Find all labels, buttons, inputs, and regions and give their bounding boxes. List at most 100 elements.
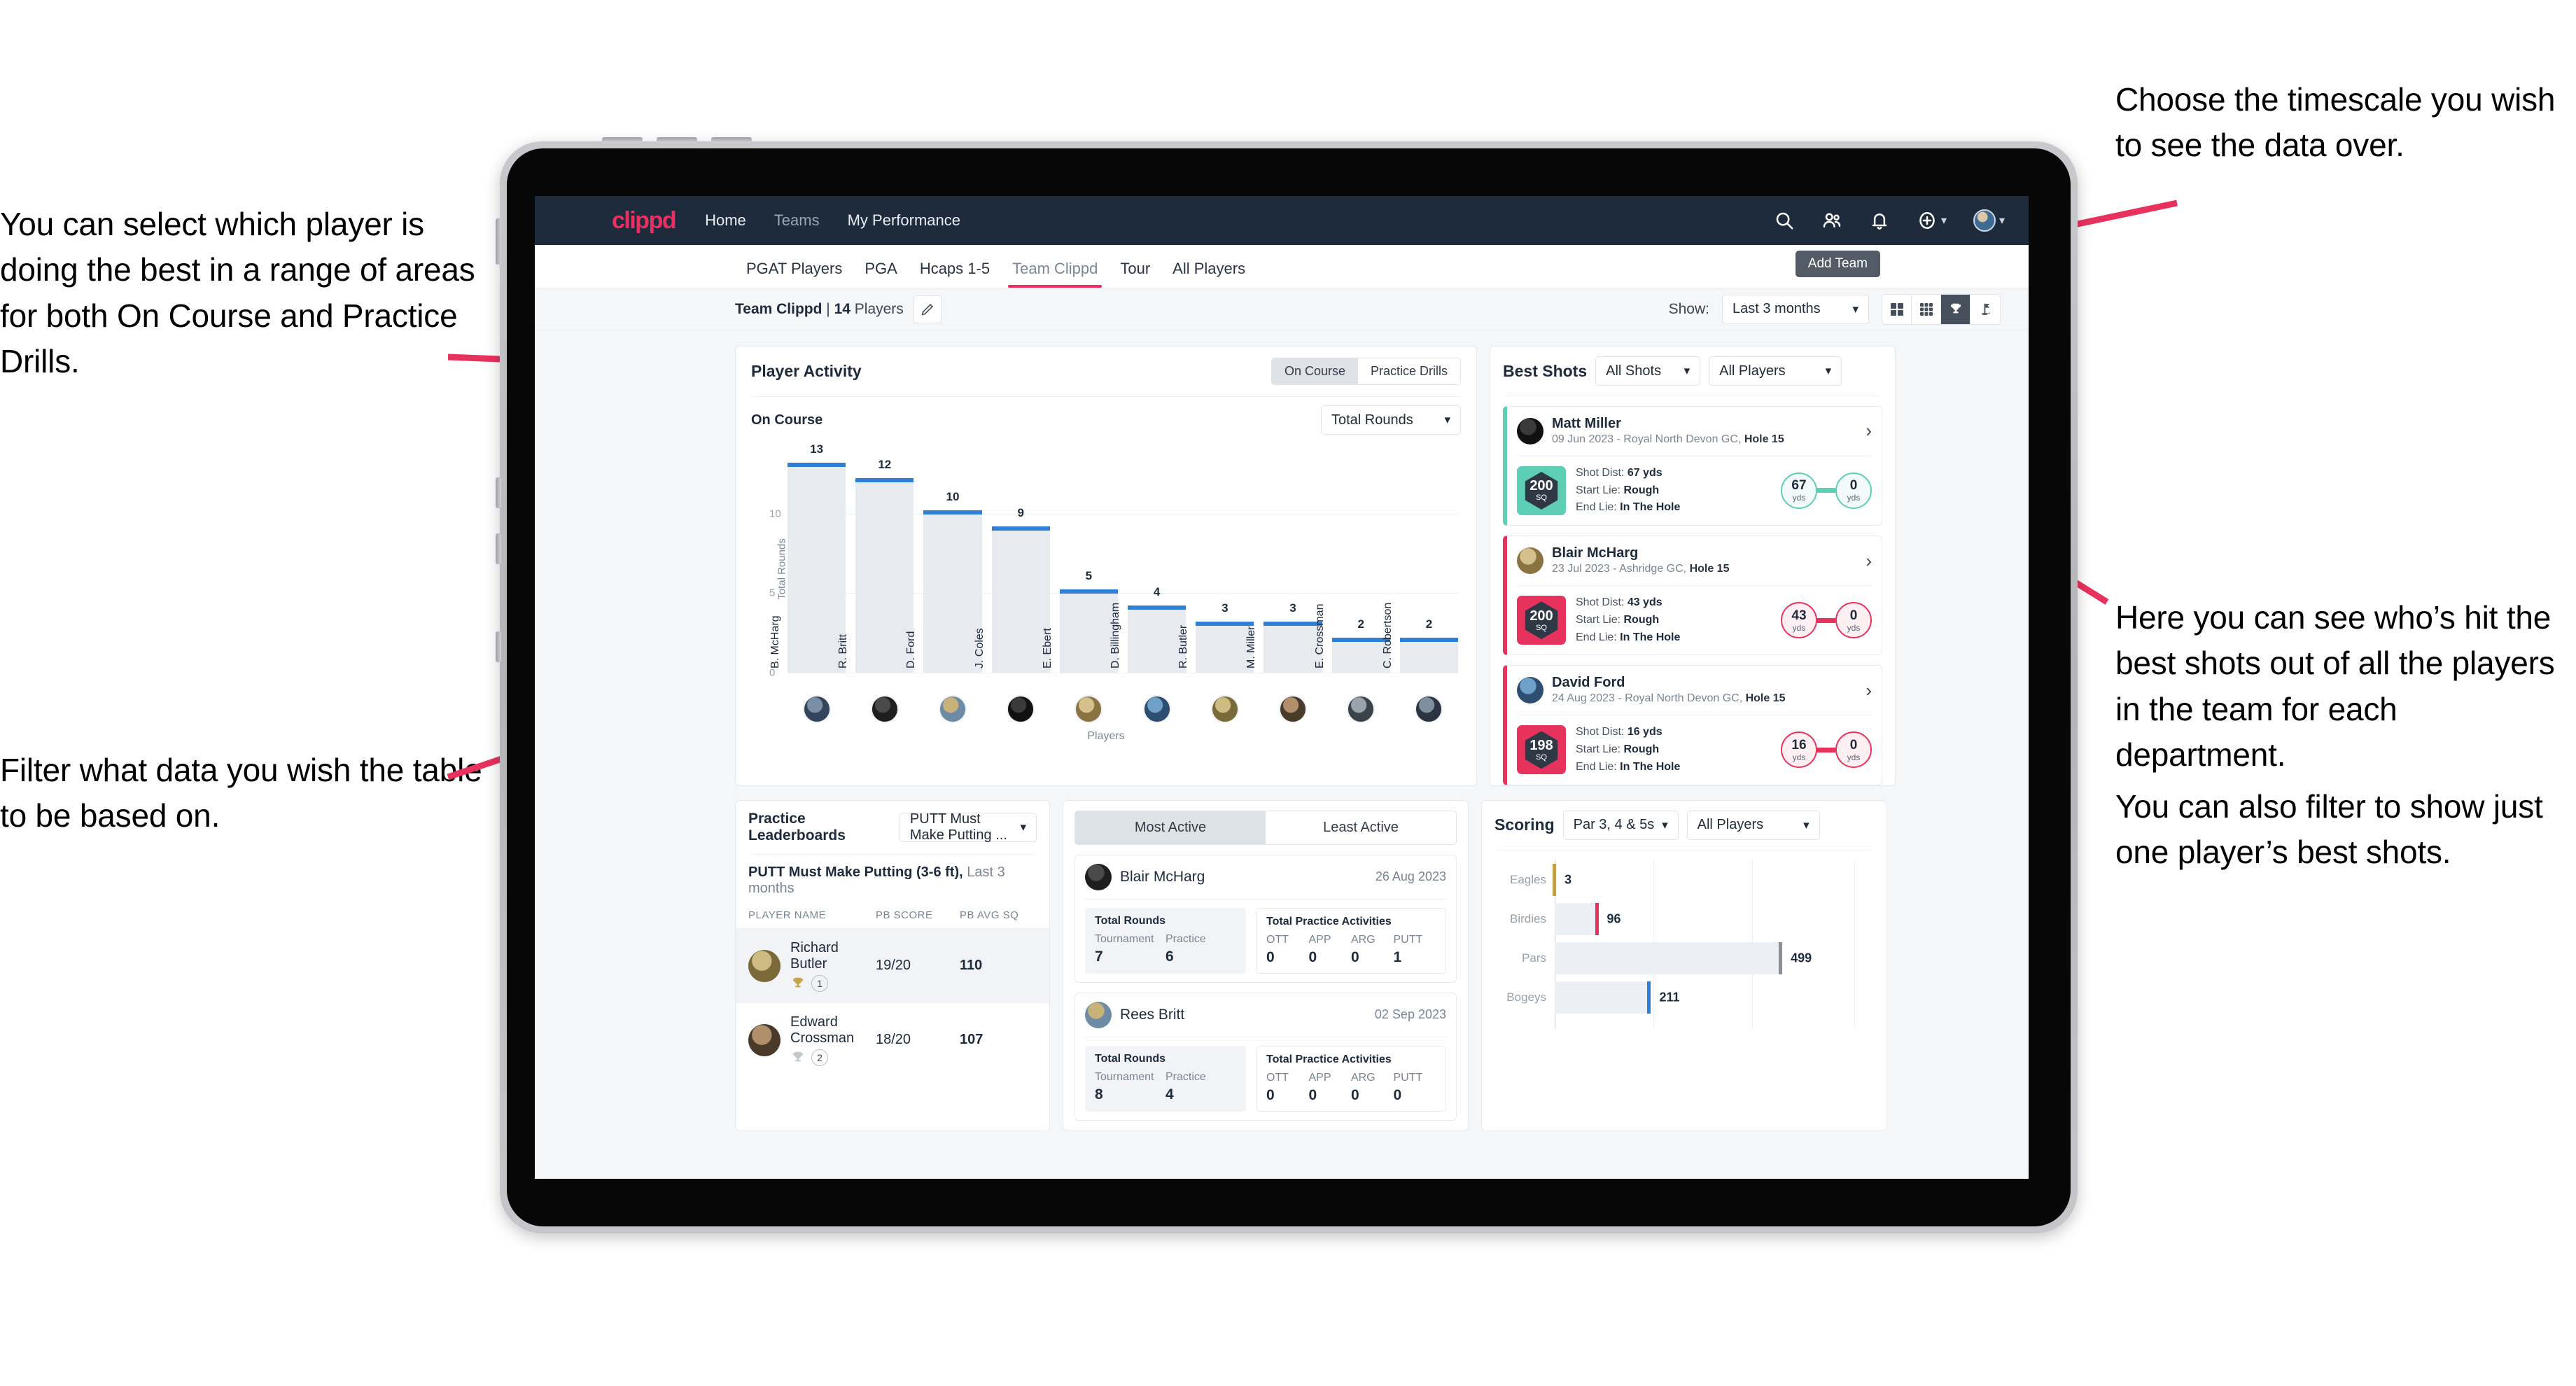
scoring-bar-row[interactable]: Bogeys 211 <box>1494 978 1874 1017</box>
shot-details: Shot Dist: 16 yds Start Lie: Rough End Lie… <box>1576 724 1680 776</box>
golf-flag-view-icon[interactable] <box>1970 295 2000 324</box>
tablet-device-frame: clippd Home Teams My Performance ▾ ▾ PGA… <box>496 137 2078 1233</box>
people-icon[interactable] <box>1821 210 1842 231</box>
main-nav: Home Teams My Performance <box>705 211 960 230</box>
nav-link-teams[interactable]: Teams <box>774 211 820 230</box>
practice-column-value: 0 <box>1351 948 1359 965</box>
add-menu[interactable]: ▾ <box>1917 210 1947 231</box>
table-row[interactable]: Edward Crossman 2 18/20 107 <box>736 1003 1049 1077</box>
tab-most-active[interactable]: Most Active <box>1075 811 1266 844</box>
player-avatar[interactable] <box>1060 695 1118 723</box>
hexagon-badge: 200 SQ <box>1525 601 1558 640</box>
practice-column-value: 0 <box>1266 1086 1275 1103</box>
par-select[interactable]: Par 3, 4 & 5s ▾ <box>1562 810 1679 840</box>
timescale-value: Last 3 months <box>1732 301 1821 316</box>
tab-pgat-players[interactable]: PGAT Players <box>735 260 853 288</box>
shot-type-select[interactable]: All Shots ▾ <box>1595 356 1701 386</box>
best-shot-meta: 24 Aug 2023 - Royal North Devon GC, Hole… <box>1552 692 1786 705</box>
shot-start-node: 43 yds <box>1781 602 1817 639</box>
tab-tour[interactable]: Tour <box>1109 260 1161 288</box>
avatar <box>870 695 899 723</box>
chart-bar-label: D. Ford <box>905 631 918 668</box>
table-row[interactable]: Richard Butler 1 19/20 110 <box>736 928 1049 1003</box>
player-avatars-row <box>788 695 1458 723</box>
segment-on-course[interactable]: On Course <box>1271 358 1358 384</box>
chart-bar-cap <box>923 510 982 514</box>
chevron-right-icon[interactable]: › <box>1865 680 1872 701</box>
avatar[interactable] <box>1973 209 1996 232</box>
avatar <box>748 949 780 982</box>
grid-3x3-view-icon[interactable] <box>1912 294 1941 324</box>
shot-distance-diagram: 43 yds 0 yds <box>1781 602 1872 639</box>
clippd-logo[interactable]: clippd <box>612 207 677 234</box>
annotation-top-left: You can select which player is doing the… <box>0 206 475 379</box>
bell-icon[interactable] <box>1869 210 1890 231</box>
tab-least-active[interactable]: Least Active <box>1266 811 1456 844</box>
scoring-bar-row[interactable]: Pars 499 <box>1494 939 1874 978</box>
activity-date: 26 Aug 2023 <box>1375 869 1446 884</box>
player-avatar[interactable] <box>1128 695 1186 723</box>
segment-practice-drills[interactable]: Practice Drills <box>1357 358 1460 384</box>
tab-all-players[interactable]: All Players <box>1161 260 1256 288</box>
edit-team-button[interactable] <box>913 295 941 323</box>
player-avatar[interactable] <box>992 695 1050 723</box>
shot-start-unit: yds <box>1792 493 1806 503</box>
drill-select[interactable]: PUTT Must Make Putting ... ▾ <box>899 811 1037 843</box>
nav-link-home[interactable]: Home <box>705 211 746 230</box>
pb-score-value: 18/20 <box>876 1032 911 1048</box>
metric-value: Total Rounds <box>1331 412 1413 428</box>
shot-quality-tile: 200 SQ <box>1517 465 1566 515</box>
chart-bar-group[interactable]: 2 C. Robertson <box>1382 450 1459 673</box>
chevron-right-icon[interactable]: › <box>1865 550 1872 572</box>
timescale-select[interactable]: Last 3 months ▾ <box>1722 294 1869 324</box>
best-shot-card[interactable]: Blair McHarg 23 Jul 2023 - Ashridge GC, H… <box>1503 536 1882 656</box>
chart-bar-cap <box>788 462 846 467</box>
player-avatar[interactable] <box>855 695 913 723</box>
avatar <box>1007 695 1035 723</box>
chevron-right-icon[interactable]: › <box>1865 420 1872 442</box>
activity-player-card[interactable]: Rees Britt 02 Sep 2023 Total Rounds Tournam… <box>1074 992 1457 1121</box>
best-shot-card[interactable]: David Ford 24 Aug 2023 - Royal North Devo… <box>1503 665 1882 785</box>
best-shots-player-select[interactable]: All Players ▾ <box>1709 356 1842 386</box>
total-practice-title: Total Practice Activities <box>1266 915 1392 927</box>
nav-link-my-performance[interactable]: My Performance <box>848 211 960 230</box>
practice-column-label: APP <box>1308 1071 1331 1084</box>
tab-pga[interactable]: PGA <box>853 260 908 288</box>
avatar <box>1074 695 1103 723</box>
pb-avg-sq-value: 107 <box>960 1032 983 1048</box>
search-icon[interactable] <box>1774 210 1795 231</box>
device-button-side-2 <box>496 477 501 508</box>
hexagon-badge: 198 SQ <box>1525 731 1558 769</box>
activity-player-card[interactable]: Blair McHarg 26 Aug 2023 Total Rounds Tourn… <box>1074 854 1457 983</box>
scoring-bar-row[interactable]: Birdies 96 <box>1494 899 1874 939</box>
player-avatar[interactable] <box>923 695 981 723</box>
pb-score-value: 19/20 <box>876 958 911 974</box>
avatar <box>1142 695 1171 723</box>
practice-column-label: OTT <box>1266 933 1289 946</box>
tab-team-clippd[interactable]: Team Clippd <box>1001 260 1109 288</box>
metric-select[interactable]: Total Rounds ▾ <box>1321 405 1461 435</box>
total-rounds-box: Total Rounds Tournament 7 Practice 6 <box>1085 907 1246 974</box>
player-avatar[interactable] <box>788 695 846 723</box>
player-avatar[interactable] <box>1264 695 1322 723</box>
shot-dist-line: Shot Dist: 43 yds <box>1576 596 1662 608</box>
chart-y-axis-label: Total Rounds <box>776 538 788 600</box>
chevron-down-icon: ▾ <box>1940 215 1947 227</box>
trophy-icon <box>793 977 803 987</box>
trophy-view-icon[interactable] <box>1941 294 1970 324</box>
best-shot-card[interactable]: Matt Miller 09 Jun 2023 - Royal North Dev… <box>1503 406 1882 526</box>
scoring-bar-value: 211 <box>1659 990 1680 1004</box>
scoring-bar-value: 499 <box>1791 951 1812 965</box>
player-avatar[interactable] <box>1196 695 1254 723</box>
plus-circle-icon[interactable] <box>1917 210 1938 231</box>
device-button-side-4 <box>496 631 501 662</box>
total-rounds-title: Total Rounds <box>1095 1052 1166 1065</box>
profile-menu[interactable]: ▾ <box>1973 209 2005 232</box>
player-avatar[interactable] <box>1400 695 1458 723</box>
scoring-player-select[interactable]: All Players ▾ <box>1686 810 1820 840</box>
grid-2x2-view-icon[interactable] <box>1882 294 1912 324</box>
tab-hcaps-1-5[interactable]: Hcaps 1-5 <box>909 260 1001 288</box>
shot-quality-tile: 198 SQ <box>1517 725 1566 775</box>
player-avatar[interactable] <box>1332 695 1390 723</box>
scoring-bar-row[interactable]: Eagles 3 <box>1494 860 1874 899</box>
